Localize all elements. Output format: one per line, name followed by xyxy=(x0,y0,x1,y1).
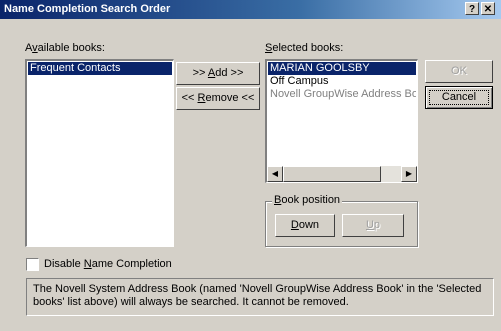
available-books-list[interactable]: Frequent Contacts xyxy=(25,59,174,247)
help-button[interactable]: ? xyxy=(465,2,479,15)
horizontal-scrollbar[interactable]: ◀ ▶ xyxy=(267,166,417,182)
down-button[interactable]: Down xyxy=(275,214,335,237)
info-note-text: The Novell System Address Book (named 'N… xyxy=(33,283,482,308)
cancel-button[interactable]: Cancel xyxy=(425,86,493,109)
scroll-thumb[interactable] xyxy=(283,166,381,182)
ok-button[interactable]: OK xyxy=(425,60,493,83)
add-button[interactable]: >> Add >> xyxy=(176,62,260,85)
help-icon: ? xyxy=(468,4,476,15)
selected-books-label: Selected books: xyxy=(265,42,344,54)
focus-rect xyxy=(429,90,489,105)
disable-name-completion-label[interactable]: Disable Name Completion xyxy=(44,258,172,271)
remove-button[interactable]: << Remove << xyxy=(176,87,260,110)
scroll-left-icon: ◀ xyxy=(271,169,279,178)
scroll-right-button[interactable]: ▶ xyxy=(401,166,417,182)
list-item-groupwise-address-book[interactable]: Novell GroupWise Address Book xyxy=(268,88,416,101)
scroll-left-button[interactable]: ◀ xyxy=(267,166,283,182)
book-position-label: Book position xyxy=(272,194,343,206)
up-button[interactable]: Up xyxy=(342,214,404,237)
scroll-right-icon: ▶ xyxy=(405,169,413,178)
available-books-label: Available books: xyxy=(25,42,105,54)
list-item-marian-goolsby[interactable]: MARIAN GOOLSBY xyxy=(268,62,416,75)
list-item-frequent-contacts[interactable]: Frequent Contacts xyxy=(28,62,172,75)
close-icon: ✕ xyxy=(483,4,493,15)
window-title: Name Completion Search Order xyxy=(4,3,171,15)
info-note-box: The Novell System Address Book (named 'N… xyxy=(26,278,494,316)
list-item-off-campus[interactable]: Off Campus xyxy=(268,75,416,88)
selected-books-list[interactable]: MARIAN GOOLSBY Off Campus Novell GroupWi… xyxy=(265,59,418,183)
disable-name-completion-checkbox[interactable] xyxy=(26,258,39,271)
close-button[interactable]: ✕ xyxy=(481,2,495,15)
